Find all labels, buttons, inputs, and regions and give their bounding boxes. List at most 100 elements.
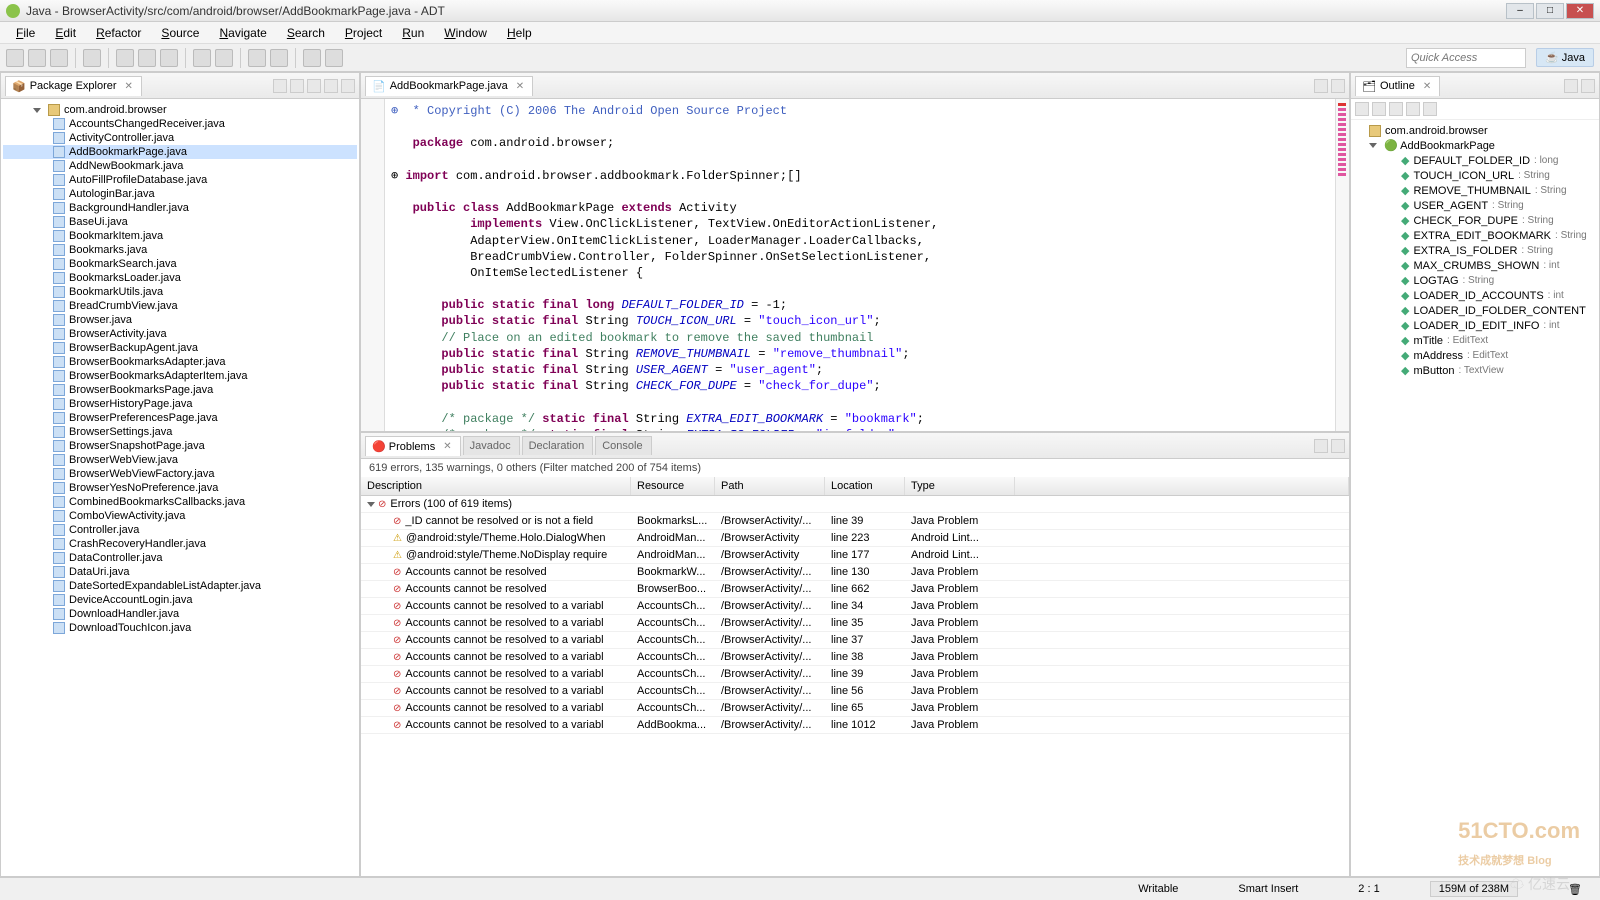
- collapse-all-button[interactable]: [273, 79, 287, 93]
- view-menu-button[interactable]: [307, 79, 321, 93]
- editor-tab[interactable]: 📄 AddBookmarkPage.java ✕: [365, 76, 533, 96]
- file-node[interactable]: BrowserBookmarksAdapter.java: [3, 355, 357, 369]
- file-node[interactable]: BreadCrumbView.java: [3, 299, 357, 313]
- menu-project[interactable]: Project: [337, 24, 390, 42]
- minimize-outline-button[interactable]: [1564, 79, 1578, 93]
- menu-search[interactable]: Search: [279, 24, 333, 42]
- run-last-button[interactable]: [160, 49, 178, 67]
- file-node[interactable]: AutologinBar.java: [3, 187, 357, 201]
- minimize-button[interactable]: –: [1506, 3, 1534, 19]
- problem-row[interactable]: Accounts cannot be resolvedBrowserBoo...…: [361, 581, 1349, 598]
- save-all-button[interactable]: [50, 49, 68, 67]
- debug-button[interactable]: [116, 49, 134, 67]
- file-node[interactable]: BackgroundHandler.java: [3, 201, 357, 215]
- package-explorer-tab[interactable]: 📦 Package Explorer ✕: [5, 76, 142, 96]
- menu-edit[interactable]: Edit: [47, 24, 84, 42]
- problem-row[interactable]: Accounts cannot be resolved to a variabl…: [361, 700, 1349, 717]
- quick-access-input[interactable]: [1406, 48, 1526, 68]
- file-node[interactable]: Bookmarks.java: [3, 243, 357, 257]
- minimize-view-button[interactable]: [1314, 439, 1328, 453]
- column-header[interactable]: Type: [905, 477, 1015, 495]
- file-node[interactable]: Browser.java: [3, 313, 357, 327]
- maximize-view-button[interactable]: [1331, 439, 1345, 453]
- file-node[interactable]: DataController.java: [3, 551, 357, 565]
- file-node[interactable]: DeviceAccountLogin.java: [3, 593, 357, 607]
- menu-window[interactable]: Window: [436, 24, 495, 42]
- file-node[interactable]: BookmarkUtils.java: [3, 285, 357, 299]
- column-header[interactable]: Description: [361, 477, 631, 495]
- close-button[interactable]: ✕: [1566, 3, 1594, 19]
- file-node[interactable]: BaseUi.java: [3, 215, 357, 229]
- outline-member[interactable]: ◆ DEFAULT_FOLDER_ID : long: [1353, 153, 1597, 168]
- package-explorer-tree[interactable]: com.android.browser AccountsChangedRecei…: [1, 99, 359, 876]
- file-node[interactable]: AddNewBookmark.java: [3, 159, 357, 173]
- open-type-button[interactable]: [248, 49, 266, 67]
- file-node[interactable]: BrowserWebViewFactory.java: [3, 467, 357, 481]
- outline-member[interactable]: ◆ mTitle : EditText: [1353, 333, 1597, 348]
- file-node[interactable]: DownloadHandler.java: [3, 607, 357, 621]
- outline-member[interactable]: ◆ TOUCH_ICON_URL : String: [1353, 168, 1597, 183]
- new-package-button[interactable]: [193, 49, 211, 67]
- sort-button[interactable]: [1355, 102, 1369, 116]
- file-node[interactable]: BrowserActivity.java: [3, 327, 357, 341]
- outline-member[interactable]: ◆ REMOVE_THUMBNAIL : String: [1353, 183, 1597, 198]
- column-header[interactable]: Path: [715, 477, 825, 495]
- hide-local-button[interactable]: [1423, 102, 1437, 116]
- file-node[interactable]: BrowserBookmarksPage.java: [3, 383, 357, 397]
- problem-row[interactable]: Accounts cannot be resolvedBookmarkW.../…: [361, 564, 1349, 581]
- minimize-editor-button[interactable]: [1314, 79, 1328, 93]
- problem-row[interactable]: Accounts cannot be resolved to a variabl…: [361, 598, 1349, 615]
- outline-member[interactable]: ◆ mButton : TextView: [1353, 363, 1597, 378]
- new-class-button[interactable]: [215, 49, 233, 67]
- file-node[interactable]: ActivityController.java: [3, 131, 357, 145]
- hide-nonpublic-button[interactable]: [1406, 102, 1420, 116]
- outline-member[interactable]: ◆ MAX_CRUMBS_SHOWN : int: [1353, 258, 1597, 273]
- outline-member[interactable]: ◆ LOGTAG : String: [1353, 273, 1597, 288]
- outline-tree[interactable]: com.android.browser🟢 AddBookmarkPage◆ DE…: [1351, 120, 1599, 876]
- new-button[interactable]: [6, 49, 24, 67]
- gc-button[interactable]: 🗑: [1558, 883, 1592, 896]
- outline-member[interactable]: ◆ EXTRA_IS_FOLDER : String: [1353, 243, 1597, 258]
- package-node[interactable]: com.android.browser: [3, 103, 357, 117]
- column-header[interactable]: Resource: [631, 477, 715, 495]
- save-button[interactable]: [28, 49, 46, 67]
- file-node[interactable]: BrowserBookmarksAdapterItem.java: [3, 369, 357, 383]
- file-node[interactable]: ComboViewActivity.java: [3, 509, 357, 523]
- build-button[interactable]: [83, 49, 101, 67]
- problem-row[interactable]: _ID cannot be resolved or is not a field…: [361, 513, 1349, 530]
- maximize-button[interactable]: □: [1536, 3, 1564, 19]
- tab-console[interactable]: Console: [595, 436, 651, 455]
- outline-class[interactable]: 🟢 AddBookmarkPage: [1353, 138, 1597, 153]
- problem-row[interactable]: Accounts cannot be resolved to a variabl…: [361, 683, 1349, 700]
- problem-row[interactable]: Accounts cannot be resolved to a variabl…: [361, 632, 1349, 649]
- file-node[interactable]: BrowserSnapshotPage.java: [3, 439, 357, 453]
- outline-member[interactable]: ◆ EXTRA_EDIT_BOOKMARK : String: [1353, 228, 1597, 243]
- outline-tab[interactable]: 🗂 Outline ✕: [1355, 76, 1440, 96]
- outline-member[interactable]: ◆ CHECK_FOR_DUPE : String: [1353, 213, 1597, 228]
- tab-declaration[interactable]: Declaration: [522, 436, 594, 455]
- hide-static-button[interactable]: [1389, 102, 1403, 116]
- menu-help[interactable]: Help: [499, 24, 540, 42]
- outline-member[interactable]: ◆ LOADER_ID_EDIT_INFO : int: [1353, 318, 1597, 333]
- file-node[interactable]: BrowserSettings.java: [3, 425, 357, 439]
- file-node[interactable]: DataUri.java: [3, 565, 357, 579]
- file-node[interactable]: BrowserPreferencesPage.java: [3, 411, 357, 425]
- nav-back-button[interactable]: [303, 49, 321, 67]
- file-node[interactable]: BrowserWebView.java: [3, 453, 357, 467]
- menu-run[interactable]: Run: [394, 24, 432, 42]
- file-node[interactable]: AccountsChangedReceiver.java: [3, 117, 357, 131]
- close-icon[interactable]: ✕: [125, 81, 133, 92]
- close-icon[interactable]: ✕: [516, 81, 524, 92]
- errors-group[interactable]: Errors (100 of 619 items): [361, 496, 1349, 513]
- menu-refactor[interactable]: Refactor: [88, 24, 149, 42]
- problem-row[interactable]: Accounts cannot be resolved to a variabl…: [361, 615, 1349, 632]
- file-node[interactable]: BrowserBackupAgent.java: [3, 341, 357, 355]
- code-editor[interactable]: ⊕ * Copyright (C) 2006 The Android Open …: [361, 99, 1335, 431]
- outline-member[interactable]: ◆ LOADER_ID_ACCOUNTS : int: [1353, 288, 1597, 303]
- file-node[interactable]: BrowserHistoryPage.java: [3, 397, 357, 411]
- menu-file[interactable]: File: [8, 24, 43, 42]
- file-node[interactable]: DownloadTouchIcon.java: [3, 621, 357, 635]
- file-node[interactable]: BrowserYesNoPreference.java: [3, 481, 357, 495]
- maximize-view-button[interactable]: [341, 79, 355, 93]
- menu-navigate[interactable]: Navigate: [211, 24, 274, 42]
